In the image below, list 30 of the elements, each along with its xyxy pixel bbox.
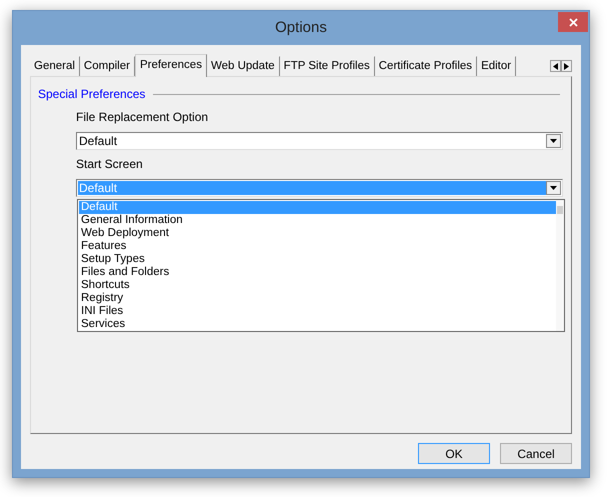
list-item[interactable]: Setup Types	[79, 253, 556, 266]
dialog-button[interactable]: OK	[418, 443, 490, 464]
dropdown-value: Default	[78, 134, 118, 148]
caret-icon	[550, 139, 557, 143]
list-item[interactable]: Services	[79, 318, 556, 331]
dropdown-value: Default	[78, 181, 546, 195]
dropdown-field[interactable]: Default	[76, 132, 563, 150]
tab[interactable]: Preferences	[134, 54, 207, 77]
list-item[interactable]: General Information	[79, 214, 556, 227]
field-label: Start Screen	[76, 157, 144, 171]
dropdown-arrow-button[interactable]	[546, 181, 561, 195]
window-title: Options	[275, 18, 327, 38]
left-arrow-icon	[553, 62, 558, 70]
scroll-right-button[interactable]	[561, 60, 572, 72]
close-icon	[568, 18, 578, 26]
scroll-left-button[interactable]	[550, 60, 561, 72]
list-item[interactable]: Shortcuts	[79, 279, 556, 292]
caret-icon	[550, 186, 557, 190]
list-item[interactable]: Features	[79, 240, 556, 253]
list-item[interactable]: Web Deployment	[79, 227, 556, 240]
group-title: Special Preferences	[38, 86, 146, 103]
right-arrow-icon	[564, 62, 569, 70]
scrollbar[interactable]	[556, 200, 564, 331]
list-item[interactable]: Registry	[79, 292, 556, 305]
dropdown-arrow-button[interactable]	[546, 134, 561, 148]
field-label: File Replacement Option	[76, 110, 210, 124]
list-item[interactable]: Files and Folders	[79, 266, 556, 279]
dialog-button[interactable]: Cancel	[500, 443, 572, 464]
list-item[interactable]: INI Files	[79, 305, 556, 318]
close-button[interactable]	[558, 12, 588, 32]
